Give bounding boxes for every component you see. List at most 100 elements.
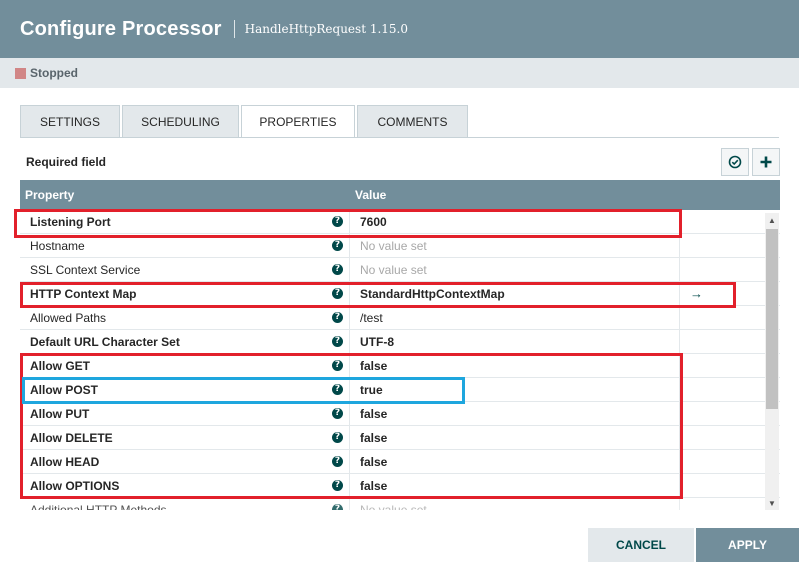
help-icon[interactable]: ? bbox=[332, 312, 343, 323]
help-icon[interactable]: ? bbox=[332, 504, 343, 510]
property-name: Allow DELETE bbox=[30, 430, 113, 445]
cancel-button[interactable]: CANCEL bbox=[588, 528, 694, 562]
help-icon[interactable]: ? bbox=[332, 240, 343, 251]
tab-scheduling[interactable]: SCHEDULING bbox=[122, 105, 239, 138]
property-name: Listening Port bbox=[30, 214, 111, 229]
property-name: Allow OPTIONS bbox=[30, 478, 120, 493]
row-actions bbox=[680, 450, 764, 473]
property-value[interactable]: No value set bbox=[350, 234, 680, 257]
property-value[interactable]: No value set bbox=[350, 258, 680, 281]
help-icon[interactable]: ? bbox=[332, 384, 343, 395]
help-cell: ? bbox=[326, 354, 350, 377]
property-name: Hostname bbox=[30, 238, 85, 253]
row-actions bbox=[680, 330, 764, 353]
scroll-up-icon[interactable]: ▲ bbox=[765, 213, 779, 227]
processor-type: HandleHttpRequest 1.15.0 bbox=[244, 22, 408, 36]
row-actions bbox=[680, 210, 764, 233]
help-cell: ? bbox=[326, 498, 350, 510]
help-cell: ? bbox=[326, 306, 350, 329]
tabs-divider bbox=[20, 137, 779, 138]
plus-icon bbox=[760, 156, 772, 168]
table-row[interactable]: Hostname? No value set bbox=[20, 234, 780, 258]
table-row[interactable]: Allow OPTIONS? false bbox=[20, 474, 780, 498]
property-value[interactable]: false bbox=[350, 354, 680, 377]
tab-comments[interactable]: COMMENTS bbox=[357, 105, 468, 138]
status-text: Stopped bbox=[30, 66, 78, 80]
help-icon[interactable]: ? bbox=[332, 216, 343, 227]
property-name: Allow PUT bbox=[30, 406, 90, 421]
table-row[interactable]: Allow DELETE? false bbox=[20, 426, 780, 450]
row-actions bbox=[680, 306, 764, 329]
row-actions bbox=[680, 378, 764, 401]
row-actions bbox=[680, 258, 764, 281]
table-header: Property Value bbox=[20, 180, 780, 210]
property-name: Default URL Character Set bbox=[30, 334, 180, 349]
property-value[interactable]: false bbox=[350, 402, 680, 425]
help-icon[interactable]: ? bbox=[332, 336, 343, 347]
go-to-service-icon[interactable]: → bbox=[690, 286, 703, 301]
required-field-label: Required field bbox=[26, 155, 107, 169]
help-cell: ? bbox=[326, 330, 350, 353]
property-name: SSL Context Service bbox=[30, 262, 141, 277]
apply-button[interactable]: APPLY bbox=[696, 528, 799, 562]
property-name: Allow POST bbox=[30, 382, 99, 397]
dialog-header: Configure Processor HandleHttpRequest 1.… bbox=[0, 0, 799, 58]
help-icon[interactable]: ? bbox=[332, 408, 343, 419]
property-value[interactable]: /test bbox=[350, 306, 680, 329]
table-row[interactable]: SSL Context Service? No value set bbox=[20, 258, 780, 282]
row-actions bbox=[680, 354, 764, 377]
row-actions bbox=[680, 498, 764, 510]
table-row[interactable]: Default URL Character Set? UTF-8 bbox=[20, 330, 780, 354]
table-row[interactable]: Allow GET? false bbox=[20, 354, 780, 378]
table-row[interactable]: HTTP Context Map? StandardHttpContextMap → bbox=[20, 282, 780, 306]
dialog-footer: CANCEL APPLY bbox=[0, 528, 799, 562]
row-actions bbox=[680, 402, 764, 425]
property-value[interactable]: StandardHttpContextMap bbox=[350, 282, 680, 305]
property-value[interactable]: 7600 bbox=[350, 210, 680, 233]
help-icon[interactable]: ? bbox=[332, 456, 343, 467]
table-row[interactable]: Allow POST? true bbox=[20, 378, 780, 402]
table-row[interactable]: Additional HTTP Methods? No value set bbox=[20, 498, 780, 510]
property-value[interactable]: false bbox=[350, 474, 680, 497]
row-actions bbox=[680, 234, 764, 257]
help-icon[interactable]: ? bbox=[332, 480, 343, 491]
help-cell: ? bbox=[326, 378, 350, 401]
row-actions: → bbox=[680, 282, 764, 305]
property-value[interactable]: UTF-8 bbox=[350, 330, 680, 353]
tab-properties[interactable]: PROPERTIES bbox=[241, 105, 355, 138]
table-row[interactable]: Allowed Paths? /test bbox=[20, 306, 780, 330]
tab-settings[interactable]: SETTINGS bbox=[20, 105, 120, 138]
scroll-down-icon[interactable]: ▼ bbox=[765, 496, 779, 510]
table-row[interactable]: Allow PUT? false bbox=[20, 402, 780, 426]
help-cell: ? bbox=[326, 450, 350, 473]
table-row[interactable]: Allow HEAD? false bbox=[20, 450, 780, 474]
row-actions bbox=[680, 474, 764, 497]
verify-properties-button[interactable] bbox=[721, 148, 749, 176]
property-value[interactable]: false bbox=[350, 426, 680, 449]
column-header-value: Value bbox=[355, 188, 387, 202]
dialog-title: Configure Processor bbox=[20, 17, 222, 40]
property-value[interactable]: true bbox=[350, 378, 680, 401]
table-row[interactable]: Listening Port? 7600 bbox=[20, 210, 780, 234]
table-scrollbar[interactable]: ▲ ▼ bbox=[765, 213, 779, 510]
help-icon[interactable]: ? bbox=[332, 360, 343, 371]
row-actions bbox=[680, 426, 764, 449]
help-cell: ? bbox=[326, 210, 350, 233]
title-separator bbox=[233, 20, 235, 38]
scrollbar-thumb[interactable] bbox=[766, 229, 778, 409]
properties-table: Property Value Listening Port? 7600 Hostna… bbox=[20, 180, 780, 510]
property-value[interactable]: false bbox=[350, 450, 680, 473]
help-icon[interactable]: ? bbox=[332, 432, 343, 443]
stopped-icon bbox=[15, 67, 26, 79]
property-value[interactable]: No value set bbox=[350, 498, 680, 510]
column-header-property: Property bbox=[25, 188, 75, 202]
status-bar: Stopped bbox=[0, 58, 799, 88]
property-name: Allow GET bbox=[30, 358, 90, 373]
help-cell: ? bbox=[326, 234, 350, 257]
property-name: HTTP Context Map bbox=[30, 286, 137, 301]
check-circle-icon bbox=[728, 155, 742, 169]
help-cell: ? bbox=[326, 282, 350, 305]
help-icon[interactable]: ? bbox=[332, 264, 343, 275]
help-icon[interactable]: ? bbox=[332, 288, 343, 299]
add-property-button[interactable] bbox=[752, 148, 780, 176]
